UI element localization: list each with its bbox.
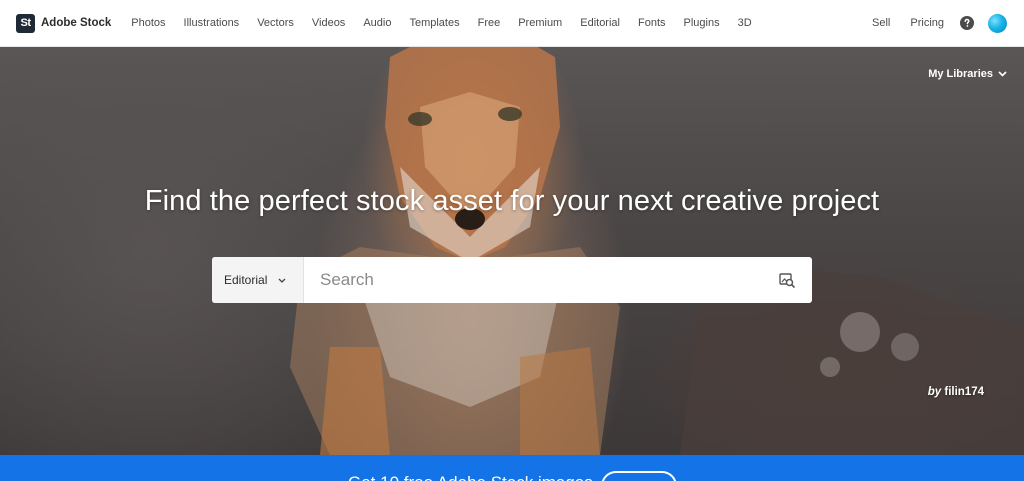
nav-item-audio[interactable]: Audio — [354, 17, 400, 29]
main-nav: Photos Illustrations Vectors Videos Audi… — [122, 17, 760, 29]
credit-author-link[interactable]: filin174 — [944, 386, 984, 398]
nav-item-premium[interactable]: Premium — [509, 17, 571, 29]
nav-item-videos[interactable]: Videos — [303, 17, 354, 29]
logo-badge: St — [16, 13, 35, 33]
top-navigation: St Adobe Stock Photos Illustrations Vect… — [0, 0, 1024, 47]
adobe-stock-logo[interactable]: St Adobe Stock — [16, 13, 112, 33]
nav-item-plugins[interactable]: Plugins — [675, 17, 729, 29]
nav-item-templates[interactable]: Templates — [400, 17, 468, 29]
promo-banner: Get 10 free Adobe Stock images — [0, 455, 1024, 481]
content-type-selected: Editorial — [224, 273, 268, 287]
my-libraries-menu[interactable]: My Libraries — [928, 68, 1007, 80]
hero-background-image — [290, 47, 1024, 455]
photo-credit: by filin174 — [928, 386, 984, 398]
search-bar: Editorial — [212, 257, 812, 303]
nav-item-free[interactable]: Free — [469, 17, 510, 29]
sell-link[interactable]: Sell — [862, 17, 900, 29]
nav-item-vectors[interactable]: Vectors — [248, 17, 303, 29]
nav-right: Sell Pricing — [862, 13, 1007, 33]
nav-item-photos[interactable]: Photos — [122, 17, 174, 29]
question-circle-icon[interactable] — [960, 16, 974, 30]
chevron-down-icon — [998, 71, 1007, 77]
content-type-dropdown[interactable]: Editorial — [212, 257, 304, 303]
nav-item-3d[interactable]: 3D — [729, 17, 761, 29]
promo-button[interactable] — [601, 471, 677, 481]
promo-text: Get 10 free Adobe Stock images — [348, 473, 593, 481]
image-search-icon[interactable] — [779, 272, 795, 288]
search-input[interactable] — [304, 257, 779, 303]
user-avatar[interactable] — [988, 13, 1007, 33]
nav-item-fonts[interactable]: Fonts — [629, 17, 675, 29]
hero-section: My Libraries Find the perfect stock asse… — [0, 47, 1024, 455]
nav-item-editorial[interactable]: Editorial — [571, 17, 629, 29]
chevron-down-icon — [278, 278, 286, 283]
credit-by: by — [927, 386, 942, 398]
nav-item-illustrations[interactable]: Illustrations — [175, 17, 249, 29]
logo-text: Adobe Stock — [41, 17, 112, 29]
hero-title: Find the perfect stock asset for your ne… — [144, 185, 880, 217]
my-libraries-label: My Libraries — [928, 68, 993, 80]
pricing-link[interactable]: Pricing — [900, 17, 954, 29]
